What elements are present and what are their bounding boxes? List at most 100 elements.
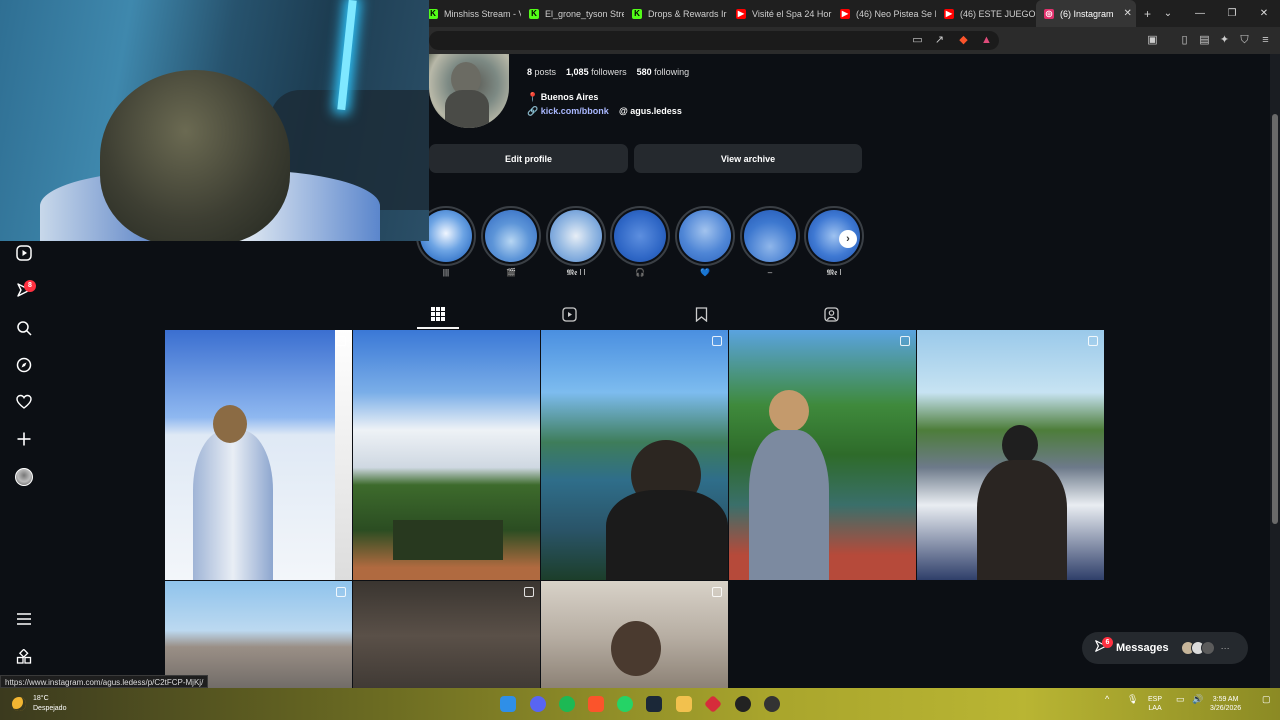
scrollbar-thumb[interactable]	[1272, 114, 1278, 524]
start-icon[interactable]	[500, 696, 516, 712]
story-highlight[interactable]	[610, 206, 670, 266]
profile-avatar[interactable]	[429, 54, 509, 128]
following-count[interactable]: 580 following	[637, 67, 690, 77]
language-indicator[interactable]: ESP LAA	[1148, 695, 1162, 713]
screen: { "browser": { "tabs": [ {"label": "Mins…	[0, 0, 1280, 720]
windows-taskbar: 18°C Despejado ^ 🎙 ESP LAA ▭ 🔊 3:59 AM 3/2…	[0, 688, 1280, 720]
edit-profile-button[interactable]: Edit profile	[429, 144, 628, 173]
profile-avatar-icon[interactable]	[14, 467, 34, 487]
story-highlight[interactable]	[481, 206, 541, 266]
threads-handle[interactable]: @ agus.ledess	[619, 106, 682, 116]
post-thumbnail[interactable]	[165, 330, 352, 580]
bookmark-icon[interactable]	[693, 306, 709, 322]
valorant-icon[interactable]	[703, 694, 723, 714]
discord-icon[interactable]	[530, 696, 546, 712]
obs-icon[interactable]	[735, 696, 751, 712]
reels-icon[interactable]	[561, 306, 577, 322]
spotify-icon[interactable]	[559, 696, 575, 712]
chevron-up-icon[interactable]: ^	[1105, 695, 1109, 704]
wallet-icon[interactable]: ▤	[1198, 34, 1211, 47]
profile-link[interactable]: 🔗 kick.com/bbonk	[527, 106, 609, 117]
microphone-icon[interactable]: 🎙	[1127, 695, 1138, 704]
carousel-icon	[336, 587, 346, 597]
menu-icon[interactable]	[14, 609, 34, 629]
rewards-icon[interactable]: ▲	[980, 34, 993, 47]
sidebar-icon[interactable]: ▯	[1178, 34, 1191, 47]
page-scrollbar[interactable]	[1270, 54, 1280, 688]
kick-icon: K	[632, 8, 642, 19]
heart-icon[interactable]	[14, 392, 34, 412]
webcam-overlay	[0, 0, 429, 241]
youtube-icon: ▶	[736, 8, 746, 19]
minimize-icon[interactable]: —	[1184, 0, 1216, 27]
reading-list-icon[interactable]: ▣	[1146, 34, 1159, 47]
app-icon[interactable]	[764, 696, 780, 712]
post-thumbnail[interactable]	[353, 581, 540, 688]
post-thumbnail[interactable]	[541, 581, 728, 688]
tab-search-icon[interactable]: ⌄	[1152, 0, 1184, 27]
pin-icon: 📍	[527, 92, 539, 102]
browser-tab[interactable]: K Minshiss Stream - V	[420, 0, 521, 27]
whatsapp-icon[interactable]	[617, 696, 633, 712]
post-thumbnail[interactable]	[729, 330, 916, 580]
brave-shield-icon[interactable]: ◆	[957, 34, 970, 47]
post-thumbnail[interactable]	[541, 330, 728, 580]
search-icon[interactable]	[14, 318, 34, 338]
browser-tab[interactable]: K Drops & Rewards Ir	[624, 0, 728, 27]
network-icon[interactable]: ▭	[1176, 695, 1185, 704]
youtube-icon: ▶	[840, 8, 850, 19]
tagged-icon[interactable]	[823, 306, 839, 322]
brave-icon[interactable]	[588, 696, 604, 712]
close-window-icon[interactable]: ✕	[1248, 0, 1280, 27]
app-icon[interactable]	[676, 696, 692, 712]
story-highlight[interactable]	[740, 206, 800, 266]
create-icon[interactable]	[14, 429, 34, 449]
clock[interactable]: 3:59 AM 3/26/2026	[1210, 695, 1241, 713]
chevron-right-icon[interactable]: ›	[839, 230, 857, 248]
grid-icon[interactable]	[430, 306, 446, 322]
story-highlight[interactable]	[675, 206, 735, 266]
kick-icon: K	[529, 8, 539, 19]
reels-nav-icon[interactable]	[14, 243, 34, 263]
messages-label: Messages	[1116, 642, 1169, 654]
story-label: 𝕸𝖊 l	[826, 268, 842, 277]
browser-tab[interactable]: ▶ Visité el Spa 24 Hor	[728, 0, 832, 27]
carousel-icon	[712, 336, 722, 346]
leo-ai-icon[interactable]: ✦	[1218, 34, 1231, 47]
restore-icon[interactable]: ❐	[1216, 0, 1248, 27]
address-bar: ▭ ↗ ◆ ▲ ▣ ▯ ▤ ✦ ⛉ ≡	[429, 27, 1280, 54]
active-tab-indicator	[417, 327, 459, 329]
story-highlight[interactable]	[546, 206, 606, 266]
browser-tab[interactable]: ▶(46) ESTE JUEGO DI	[936, 0, 1036, 27]
youtube-icon: ▶	[944, 8, 954, 19]
messages-badge: 6	[1102, 637, 1113, 648]
post-thumbnail[interactable]	[165, 581, 352, 688]
messages-button[interactable]: 6 Messages ⋯	[1082, 632, 1248, 664]
post-thumbnail[interactable]	[917, 330, 1104, 580]
weather-temp: 18°C	[33, 695, 49, 702]
browser-menu-icon[interactable]: ≡	[1259, 34, 1272, 47]
story-label: 💙	[700, 268, 710, 277]
explore-icon[interactable]	[14, 355, 34, 375]
browser-tab[interactable]: K El_grone_tyson Stre	[521, 0, 624, 27]
browser-tab-active[interactable]: ◎ (6) Instagram ✕	[1036, 0, 1136, 27]
steam-icon[interactable]	[646, 696, 662, 712]
story-label: –	[767, 268, 773, 277]
posts-count[interactable]: 8 posts	[527, 67, 556, 77]
volume-icon[interactable]: 🔊	[1192, 695, 1203, 704]
profile-location: 📍 Buenos Aires	[527, 92, 599, 102]
also-from-meta-icon[interactable]	[14, 647, 34, 667]
followers-count[interactable]: 1,085 followers	[566, 67, 627, 77]
cast-icon[interactable]: ▭	[911, 34, 924, 47]
instagram-icon: ◎	[1044, 8, 1054, 19]
share-icon[interactable]: ↗	[933, 34, 946, 47]
weather-moon-icon[interactable]	[12, 697, 26, 711]
more-icon[interactable]: ⋯	[1221, 643, 1230, 654]
browser-tab[interactable]: ▶ (46) Neo Pistea Se I	[832, 0, 936, 27]
post-thumbnail[interactable]	[353, 330, 540, 580]
view-archive-button[interactable]: View archive	[634, 144, 862, 173]
notification-icon[interactable]: ▢	[1262, 695, 1271, 704]
link-icon: 🔗	[527, 106, 539, 116]
vpn-icon[interactable]: ⛉	[1238, 34, 1251, 47]
close-tab-icon[interactable]: ✕	[1124, 8, 1132, 19]
